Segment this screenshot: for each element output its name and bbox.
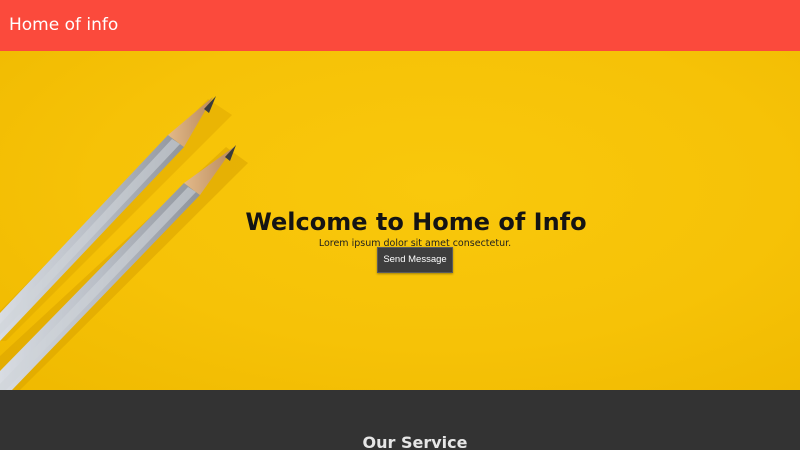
navbar: Home of info	[0, 0, 800, 51]
brand-link[interactable]: Home of info	[9, 14, 118, 36]
pencil-right	[0, 145, 236, 390]
section-title: Our Service	[362, 433, 468, 453]
send-message-button[interactable]: Send Message	[377, 247, 453, 273]
hero-section: Welcome to Home of Info Lorem ipsum dolo…	[0, 51, 800, 390]
hero-title: Welcome to Home of Info	[245, 208, 587, 237]
services-section: Our Service	[0, 390, 800, 452]
